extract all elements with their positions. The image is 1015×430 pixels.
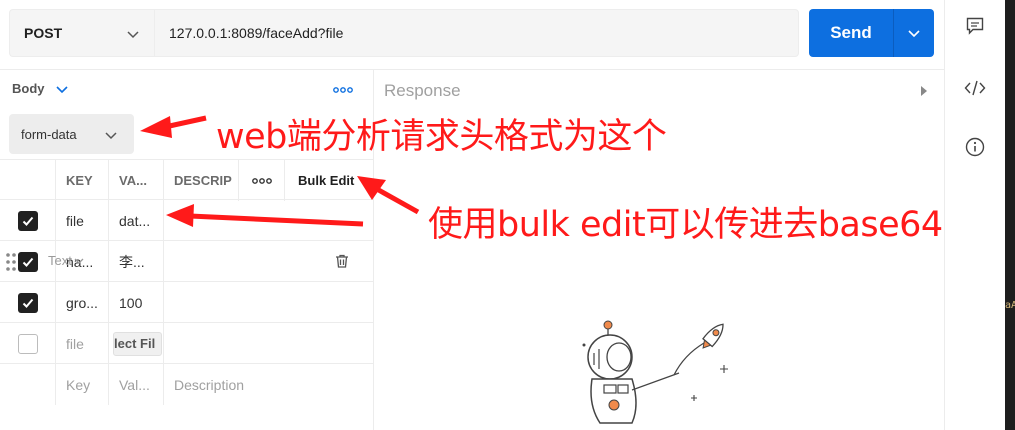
trash-icon[interactable] bbox=[334, 253, 350, 272]
right-sidebar bbox=[944, 0, 1005, 430]
row-check-cell bbox=[0, 364, 56, 405]
response-title: Response bbox=[384, 81, 461, 100]
method-label: POST bbox=[24, 25, 63, 41]
params-table: KEY VA... DESCRIP Bulk Edit file dat... bbox=[0, 159, 374, 405]
select-files-button[interactable]: lect Fil bbox=[113, 331, 163, 356]
row-checkbox[interactable] bbox=[17, 251, 38, 272]
annotation-form-data: web端分析请求头格式为这个 bbox=[216, 117, 667, 157]
request-bar: POST 127.0.0.1:8089/faceAdd?file Send bbox=[0, 0, 945, 70]
more-horizontal-icon[interactable] bbox=[239, 160, 285, 201]
header-key: KEY bbox=[56, 160, 109, 201]
chevron-down-icon bbox=[126, 27, 140, 44]
table-row: na... 李... Text bbox=[0, 241, 374, 282]
check-icon bbox=[22, 216, 33, 226]
annotation-bulk-edit: 使用bulk edit可以传进去base64 bbox=[428, 205, 943, 245]
more-horizontal-icon[interactable] bbox=[333, 82, 353, 98]
chevron-down-icon bbox=[908, 30, 920, 38]
row-key[interactable]: file bbox=[56, 323, 109, 364]
info-icon[interactable] bbox=[964, 136, 986, 158]
row-description[interactable] bbox=[164, 323, 374, 364]
value-input[interactable]: Val... bbox=[109, 364, 164, 405]
row-value-cell: lect Fil bbox=[109, 323, 164, 364]
table-row: file dat... bbox=[0, 200, 374, 241]
type-select[interactable]: Text bbox=[48, 253, 84, 268]
row-description[interactable] bbox=[164, 282, 374, 323]
row-checkbox[interactable] bbox=[17, 333, 38, 354]
check-icon bbox=[22, 298, 33, 308]
header-value: VA... bbox=[109, 160, 164, 201]
row-check-cell bbox=[0, 323, 56, 364]
send-button[interactable]: Send bbox=[809, 23, 893, 43]
header-description: DESCRIP bbox=[164, 160, 239, 201]
table-row: gro... 100 bbox=[0, 282, 374, 323]
row-value[interactable]: 李... bbox=[109, 241, 164, 282]
check-icon bbox=[22, 257, 33, 267]
row-key[interactable]: gro... bbox=[56, 282, 109, 323]
row-key[interactable]: file bbox=[56, 200, 109, 241]
caret-right-icon[interactable] bbox=[919, 84, 929, 100]
bulk-edit-button[interactable]: Bulk Edit bbox=[285, 160, 374, 201]
astronaut-illustration bbox=[582, 320, 728, 424]
row-check-cell bbox=[0, 200, 56, 241]
url-input[interactable]: 127.0.0.1:8089/faceAdd?file bbox=[154, 9, 799, 57]
code-icon[interactable] bbox=[964, 77, 986, 99]
table-row: file lect Fil bbox=[0, 323, 374, 364]
chevron-down-icon bbox=[55, 85, 68, 93]
table-header: KEY VA... DESCRIP Bulk Edit bbox=[0, 159, 374, 201]
body-tab-label: Body bbox=[12, 81, 45, 96]
row-check-cell bbox=[0, 282, 56, 323]
row-description[interactable] bbox=[164, 200, 374, 241]
comment-icon[interactable] bbox=[964, 15, 986, 37]
type-label: Text bbox=[48, 253, 72, 268]
key-input[interactable]: Key bbox=[56, 364, 109, 405]
send-button-group: Send bbox=[809, 9, 934, 57]
background-code-text: aA bbox=[1005, 300, 1015, 311]
row-checkbox[interactable] bbox=[17, 210, 38, 231]
body-tab[interactable]: Body bbox=[12, 81, 69, 96]
chevron-down-icon bbox=[74, 258, 84, 264]
background-editor-strip: aA bbox=[1005, 0, 1015, 430]
table-row-placeholder: Key Val... Description bbox=[0, 364, 374, 405]
send-options-button[interactable] bbox=[894, 9, 934, 57]
method-select[interactable]: POST bbox=[9, 9, 154, 57]
header-check-cell bbox=[0, 160, 56, 201]
description-input[interactable]: Description bbox=[164, 364, 374, 405]
row-checkbox[interactable] bbox=[17, 292, 38, 313]
row-value[interactable]: dat... bbox=[109, 200, 164, 241]
chevron-down-icon bbox=[104, 128, 118, 145]
body-mode-label: form-data bbox=[21, 126, 77, 142]
body-mode-select[interactable]: form-data bbox=[9, 114, 134, 154]
row-value[interactable]: 100 bbox=[109, 282, 164, 323]
drag-handle-icon[interactable] bbox=[5, 252, 17, 275]
